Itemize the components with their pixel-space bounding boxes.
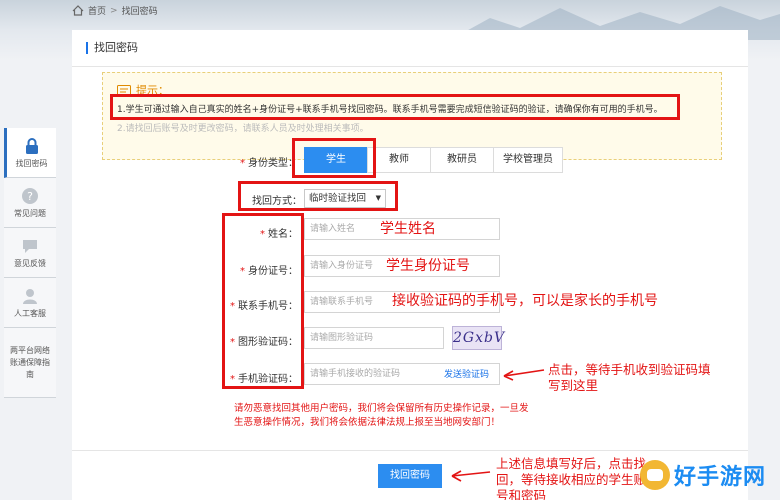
watermark-text: 好手游网 (674, 465, 767, 490)
watermark-logo-icon (640, 460, 670, 490)
arrow-to-send-code (451, 369, 545, 482)
watermark: 好手游网 (640, 450, 780, 500)
